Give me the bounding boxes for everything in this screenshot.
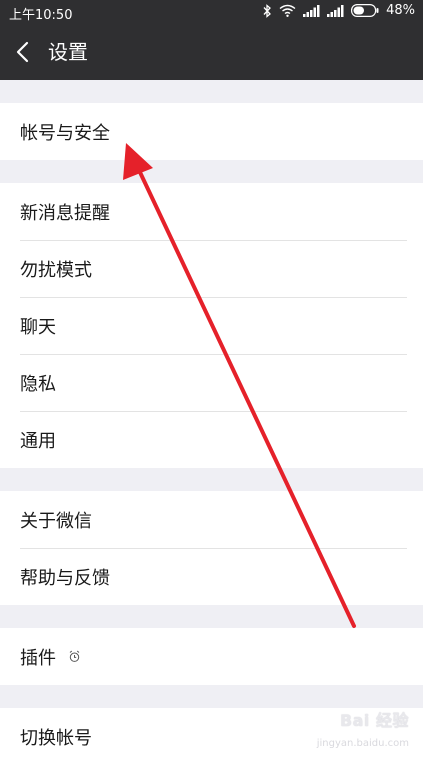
settings-item-label: 帐号与安全 [20, 122, 110, 144]
page-title: 设置 [48, 40, 88, 64]
settings-item-label: 新消息提醒 [20, 202, 110, 224]
settings-group-about: 关于微信 帮助与反馈 [0, 491, 423, 605]
status-bar: 上午10:50 48% [0, 0, 423, 25]
settings-item-label: 插件 [20, 647, 56, 669]
bluetooth-icon [262, 3, 272, 18]
watermark-logo: Bai 经验 [339, 711, 409, 730]
settings-group-plugins: 插件 [0, 628, 423, 685]
watermark-url: jingyan.baidu.com [316, 738, 409, 749]
settings-item-do-not-disturb[interactable]: 勿扰模式 [0, 240, 423, 297]
plugin-icon [68, 647, 81, 668]
settings-item-help-feedback[interactable]: 帮助与反馈 [0, 548, 423, 605]
signal-icon-2 [327, 4, 344, 17]
signal-icon-1 [303, 4, 320, 17]
title-bar: 设置 [0, 25, 423, 80]
status-time: 上午10:50 [9, 8, 73, 23]
battery-icon [351, 4, 379, 17]
settings-item-label: 通用 [20, 430, 56, 452]
settings-item-account-security[interactable]: 帐号与安全 [0, 103, 423, 160]
settings-item-about-wechat[interactable]: 关于微信 [0, 491, 423, 548]
settings-item-general[interactable]: 通用 [0, 411, 423, 468]
settings-list: 帐号与安全 新消息提醒 勿扰模式 聊天 隐私 通用 关于微信 帮助与反馈 插件 [0, 80, 423, 765]
settings-item-label: 帮助与反馈 [20, 567, 110, 589]
settings-item-notifications[interactable]: 新消息提醒 [0, 183, 423, 240]
settings-item-label: 关于微信 [20, 510, 92, 532]
status-icons: 48% [262, 3, 415, 18]
back-arrow-icon[interactable] [12, 39, 36, 65]
settings-item-privacy[interactable]: 隐私 [0, 354, 423, 411]
settings-item-label: 隐私 [20, 373, 56, 395]
battery-percent: 48% [386, 3, 415, 18]
settings-item-label: 勿扰模式 [20, 259, 92, 281]
settings-item-plugins[interactable]: 插件 [0, 628, 423, 685]
settings-group-account: 帐号与安全 [0, 103, 423, 160]
settings-item-label: 聊天 [20, 316, 56, 338]
wifi-icon [279, 4, 296, 17]
settings-item-chat[interactable]: 聊天 [0, 297, 423, 354]
settings-group-general: 新消息提醒 勿扰模式 聊天 隐私 通用 [0, 183, 423, 468]
settings-item-label: 切换帐号 [20, 727, 92, 749]
